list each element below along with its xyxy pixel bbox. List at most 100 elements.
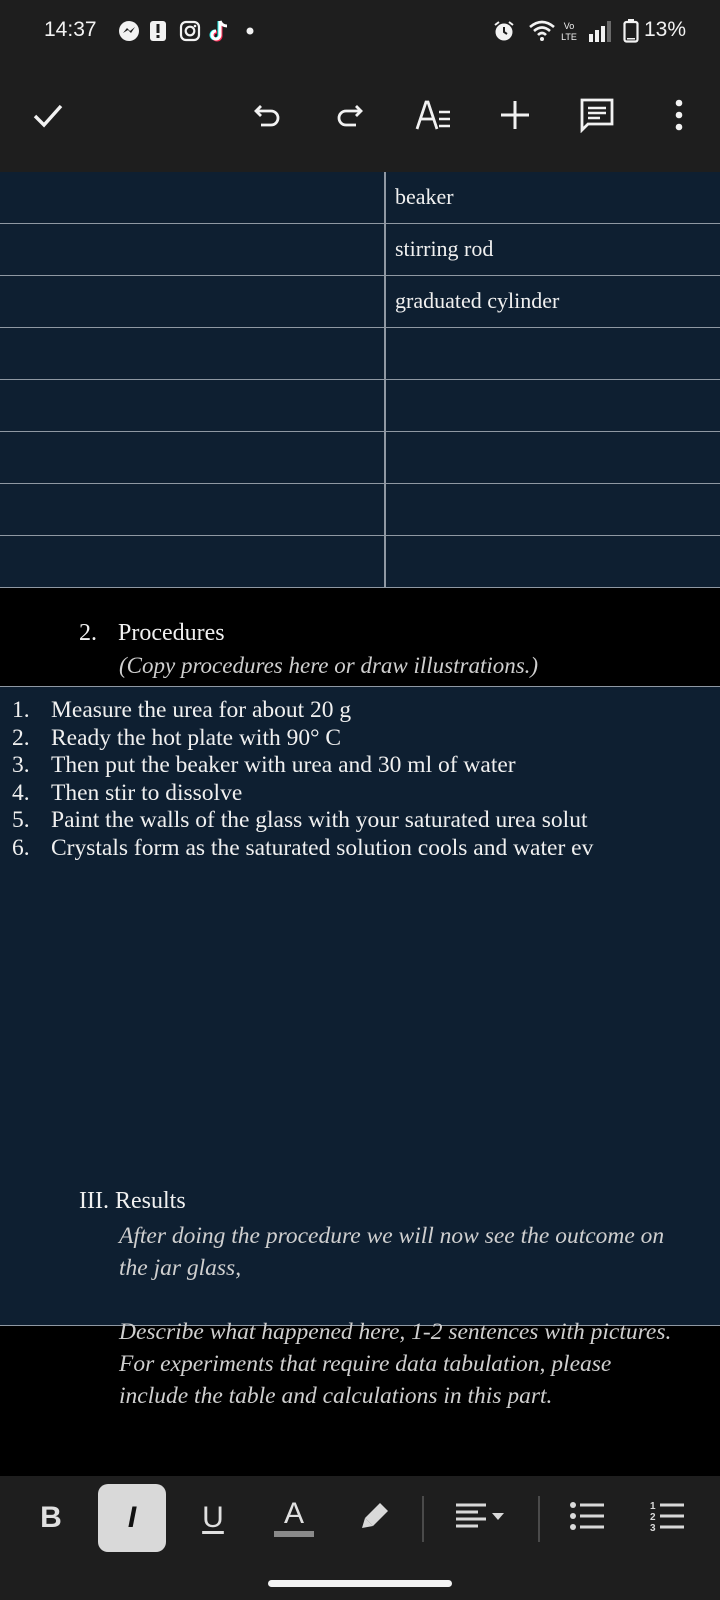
battery-percent: 13% — [644, 18, 687, 41]
cell-divider — [384, 172, 386, 223]
cell-divider — [384, 224, 386, 275]
italic-button[interactable]: I — [98, 1484, 166, 1552]
svg-text:3: 3 — [650, 1523, 656, 1534]
step-text: Ready the hot plate with 90° C — [51, 724, 342, 751]
svg-text:2: 2 — [650, 1512, 656, 1523]
alert-icon — [148, 19, 168, 43]
signal-icon — [586, 19, 614, 43]
step-number: 3. — [12, 752, 30, 778]
text-color-label: A — [283, 1497, 304, 1530]
cell-divider — [384, 380, 386, 431]
underline-label: U — [202, 1501, 224, 1534]
table-row[interactable] — [0, 432, 720, 484]
procedures-title: Procedures — [118, 620, 225, 646]
step-number: 5. — [12, 807, 30, 833]
text-format-icon — [414, 98, 452, 137]
document-canvas[interactable]: beaker stirring rod graduated cylinder 2… — [0, 172, 720, 1476]
results-instructions[interactable]: Describe what happened here, 1-2 sentenc… — [119, 1316, 679, 1412]
done-button[interactable] — [23, 92, 73, 142]
list-item[interactable]: 2. Ready the hot plate with 90° C — [12, 725, 593, 753]
tiktok-icon — [208, 19, 232, 43]
redo-button[interactable] — [324, 92, 374, 142]
bold-label: B — [40, 1501, 62, 1534]
redo-icon — [332, 98, 366, 137]
step-text: Then stir to dissolve — [51, 779, 243, 806]
table-row[interactable] — [0, 484, 720, 536]
list-item[interactable]: 4. Then stir to dissolve — [12, 780, 593, 808]
cell-divider — [384, 484, 386, 535]
messenger-icon — [117, 19, 141, 43]
list-item[interactable]: 6. Crystals form as the saturated solutio… — [12, 835, 593, 863]
svg-text:LTE: LTE — [561, 32, 577, 42]
volte-icon: Vo LTE — [560, 19, 578, 43]
results-paragraph[interactable]: After doing the procedure we will now se… — [119, 1220, 679, 1284]
step-text: Paint the walls of the glass with your s… — [51, 807, 588, 833]
format-toolbar: B I U A 123 — [0, 1476, 720, 1600]
highlighter-icon — [358, 1499, 392, 1538]
bold-button[interactable]: B — [17, 1484, 85, 1552]
text-format-button[interactable] — [408, 92, 458, 142]
bulleted-list-icon — [568, 1499, 606, 1538]
procedures-number: 2. — [79, 620, 97, 646]
status-time: 14:37 — [44, 18, 97, 41]
cell-divider — [384, 328, 386, 379]
bulleted-list-button[interactable] — [553, 1484, 621, 1552]
list-item[interactable]: 1. Measure the urea for about 20 g — [12, 697, 593, 725]
step-number: 4. — [12, 779, 30, 806]
table-row[interactable] — [0, 328, 720, 380]
underline-button[interactable]: U — [179, 1484, 247, 1552]
table-cell[interactable]: beaker — [395, 184, 454, 210]
step-number: 6. — [12, 834, 30, 861]
undo-icon — [251, 98, 285, 137]
step-text: Then put the beaker with urea and 30 ml … — [51, 752, 516, 778]
list-item[interactable]: 5. Paint the walls of the glass with your… — [12, 807, 593, 835]
table-cell[interactable]: stirring rod — [395, 236, 493, 262]
insert-icon — [498, 98, 532, 137]
numbered-list-button[interactable]: 123 — [633, 1484, 701, 1552]
step-text: Measure the urea for about 20 g — [51, 697, 352, 723]
step-number: 2. — [12, 724, 30, 751]
procedure-list: 1. Measure the urea for about 20 g 2. Read… — [12, 697, 593, 862]
list-item[interactable]: 3. Then put the beaker with urea and 30 m… — [12, 752, 593, 780]
numbered-list-icon: 123 — [648, 1498, 686, 1539]
table-row[interactable]: beaker — [0, 172, 720, 224]
dot-icon — [246, 19, 254, 43]
insert-button[interactable] — [490, 92, 540, 142]
table-row[interactable] — [0, 380, 720, 432]
text-color-swatch — [274, 1531, 314, 1537]
table-row[interactable] — [0, 536, 720, 588]
instagram-icon — [178, 19, 202, 43]
more-options-button[interactable] — [654, 92, 704, 142]
comment-icon — [579, 97, 615, 138]
toolbar-divider — [422, 1496, 424, 1542]
text-color-button[interactable]: A — [260, 1484, 328, 1552]
alarm-icon — [492, 19, 516, 43]
svg-text:Vo: Vo — [564, 21, 575, 31]
undo-button[interactable] — [243, 92, 293, 142]
cell-divider — [384, 276, 386, 327]
table-cell[interactable]: graduated cylinder — [395, 288, 559, 314]
home-indicator[interactable] — [268, 1580, 452, 1587]
toolbar-divider — [538, 1496, 540, 1542]
comment-button[interactable] — [572, 92, 622, 142]
italic-label: I — [127, 1501, 137, 1534]
procedures-note[interactable]: (Copy procedures here or draw illustrati… — [119, 653, 538, 679]
cell-divider — [384, 536, 386, 587]
highlight-button[interactable] — [341, 1484, 409, 1552]
align-left-icon — [452, 1499, 512, 1538]
editor-toolbar — [0, 62, 720, 172]
alignment-button[interactable] — [448, 1484, 516, 1552]
step-number: 1. — [12, 697, 30, 723]
results-heading[interactable]: III. Results — [79, 1188, 186, 1215]
battery-icon — [622, 19, 640, 43]
svg-text:1: 1 — [650, 1501, 656, 1512]
step-text: Crystals form as the saturated solution … — [51, 834, 594, 861]
wifi-icon — [528, 19, 556, 43]
table-row[interactable]: stirring rod — [0, 224, 720, 276]
status-bar: 14:37 Vo LTE 13% — [0, 0, 720, 62]
table-row[interactable]: graduated cylinder — [0, 276, 720, 328]
procedures-heading[interactable]: 2. Procedures — [79, 620, 225, 647]
cell-divider — [384, 432, 386, 483]
more-icon — [674, 98, 684, 137]
check-icon — [31, 98, 65, 137]
